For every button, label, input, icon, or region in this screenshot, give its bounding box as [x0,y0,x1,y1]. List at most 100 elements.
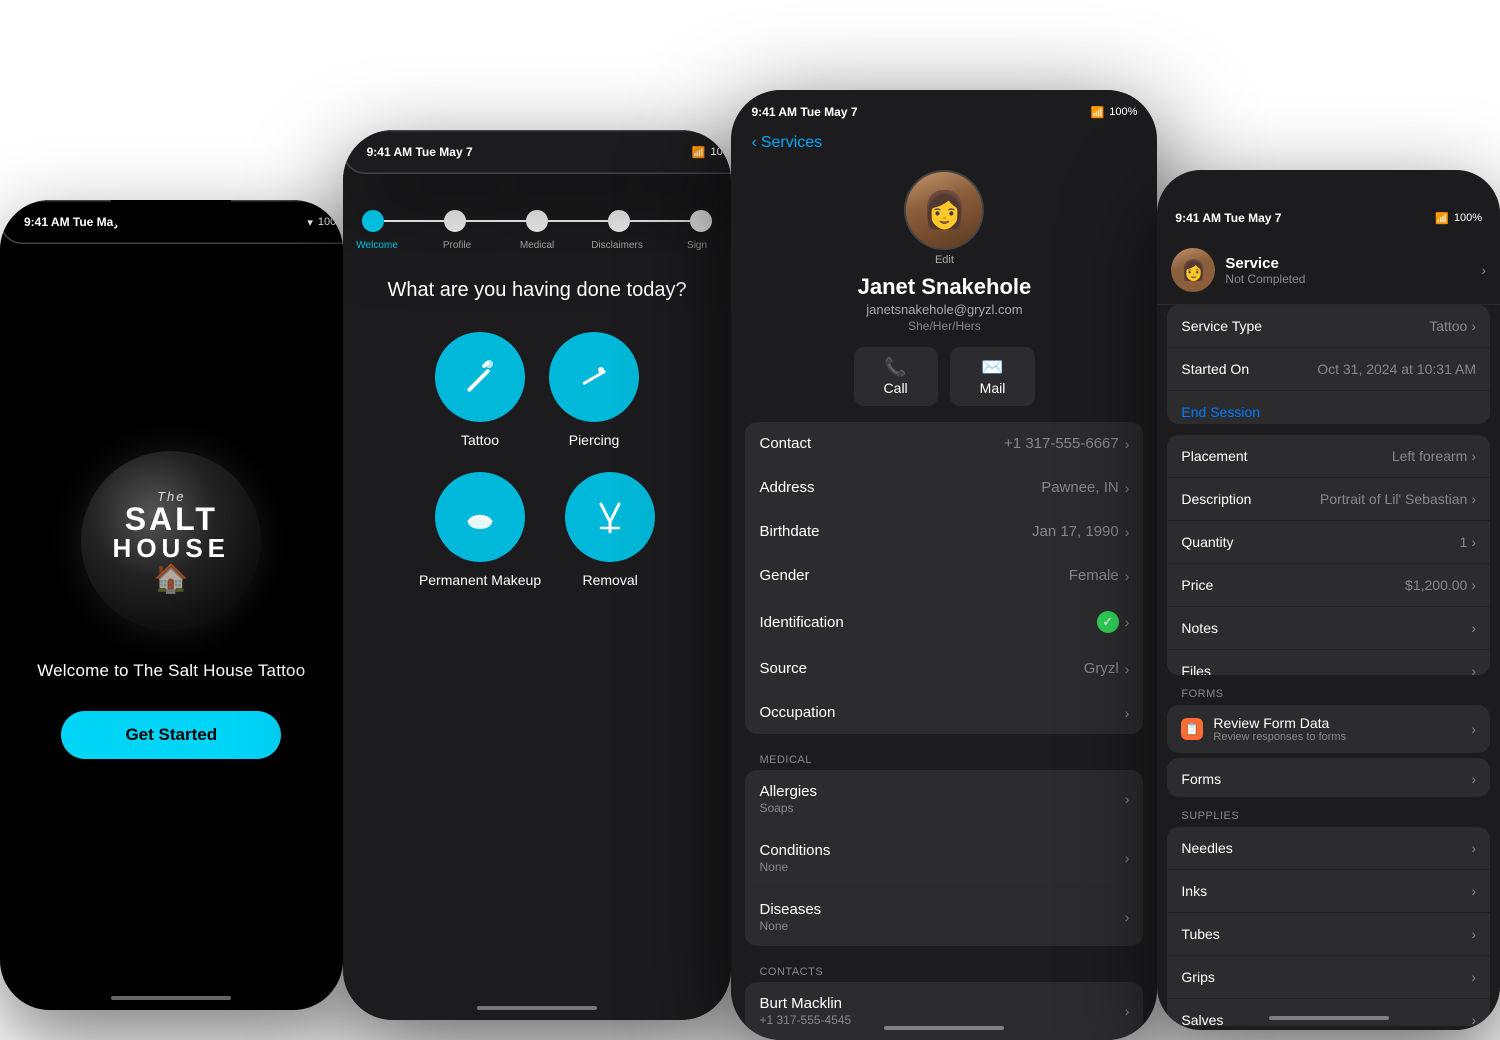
device-welcome: 9:41 AM Tue May 7 ▾ 100% The SALT HOUSE … [0,200,343,1010]
wifi-icon-d2: 📶 [692,146,706,159]
placement-row[interactable]: Placement Left forearm › [1167,435,1490,478]
back-link[interactable]: ‹ Services [751,134,822,152]
get-started-button[interactable]: Get Started [61,711,281,759]
description-row[interactable]: Description Portrait of Lil' Sebastian › [1167,478,1490,521]
identification-row[interactable]: Identification ✓ › [745,598,1143,647]
tubes-row[interactable]: Tubes › [1167,913,1490,956]
device-client-profile: 9:41 AM Tue May 7 📶 100% ‹ Services 👩 Ed… [731,90,1157,1040]
forms-section-label: FORMS [1167,680,1490,704]
edit-label[interactable]: Edit [935,254,954,266]
forms-row[interactable]: Forms › [1167,758,1490,797]
conditions-sub: None [759,860,830,874]
contact-buttons: 📞 Call ✉️ Mail [854,347,1036,406]
allergies-row[interactable]: Allergies Soaps › [745,770,1143,829]
service-title: Service [1225,255,1481,272]
price-row[interactable]: Price $1,200.00 › [1167,564,1490,607]
service-permanent-makeup[interactable]: Permanent Makeup [419,472,541,588]
grips-row[interactable]: Grips › [1167,956,1490,999]
tubes-label: Tubes [1181,926,1219,942]
contact-row[interactable]: Contact +1 317-555-6667 › [745,422,1143,466]
back-chevron: ‹ [751,134,756,152]
started-on-row: Started On Oct 31, 2024 at 10:31 AM [1167,348,1490,391]
burt-row[interactable]: Burt Macklin +1 317-555-4545 › [745,982,1143,1040]
chevron-grips: › [1471,969,1476,985]
diseases-label-wrap: Diseases None [759,901,821,933]
inks-row[interactable]: Inks › [1167,870,1490,913]
service-piercing[interactable]: Piercing [549,332,639,448]
supplies-group: Needles › Inks › Tubes › Grips › [1167,827,1490,1026]
supplies-section-label: SUPPLIES [1167,802,1490,826]
status-icons-d4: 📶 100% [1435,212,1482,225]
wifi-icon: ▾ [307,216,313,229]
info-rows-group: Contact +1 317-555-6667 › Address Pawnee… [745,422,1143,734]
chevron-desc: › [1471,491,1476,507]
started-on-value: Oct 31, 2024 at 10:31 AM [1317,361,1476,377]
service-tattoo[interactable]: Tattoo [435,332,525,448]
prog-line-4 [630,220,690,222]
step-welcome-dot [362,210,384,232]
conditions-row[interactable]: Conditions None › [745,829,1143,888]
gender-value: Female › [1069,567,1130,584]
birthdate-row[interactable]: Birthdate Jan 17, 1990 › [745,510,1143,554]
home-indicator-d1 [111,996,231,1000]
logo-circle: The SALT HOUSE 🏠 [81,451,261,631]
chevron-address: › [1125,480,1130,496]
forms-icon: 📋 [1181,718,1203,740]
source-row[interactable]: Source Gryzl › [745,647,1143,691]
piercing-icon [571,354,617,400]
diseases-row[interactable]: Diseases None › [745,888,1143,946]
chevron-files: › [1471,663,1476,674]
needles-row[interactable]: Needles › [1167,827,1490,870]
d3-nav: ‹ Services [731,134,1157,160]
occupation-row[interactable]: Occupation › [745,691,1143,734]
source-value: Gryzl › [1084,660,1130,677]
chevron-conditions: › [1125,850,1130,866]
started-on-label: Started On [1181,361,1249,377]
chevron-forms2: › [1471,771,1476,787]
progress-labels: Welcome Profile Medical Disclaimers Sign [343,240,732,251]
label-medical: Medical [497,240,577,251]
battery-icon: 100% [318,216,343,228]
chevron-contact: › [1125,436,1130,452]
mail-button[interactable]: ✉️ Mail [950,347,1036,406]
chevron-inks: › [1471,883,1476,899]
address-value: Pawnee, IN › [1041,479,1129,496]
gender-row[interactable]: Gender Female › [745,554,1143,598]
chevron-allergies: › [1125,791,1130,807]
forms-label: Forms [1181,771,1221,787]
end-session-row[interactable]: End Session [1167,391,1490,424]
house-icon: 🏠 [154,565,189,593]
burt-label-wrap: Burt Macklin +1 317-555-4545 [759,995,851,1027]
quantity-row[interactable]: Quantity 1 › [1167,521,1490,564]
inks-label: Inks [1181,883,1207,899]
device-service-screen: 9:41 AM Tue May 7 📶 100% [343,130,732,1020]
mail-icon: ✉️ [981,357,1003,378]
prog-line-1 [384,220,444,222]
phone-icon: 📞 [884,357,906,378]
files-row[interactable]: Files › [1167,650,1490,674]
medical-section-header: MEDICAL [745,742,1143,770]
price-value: $1,200.00 › [1405,577,1476,593]
removal-label: Removal [583,572,638,588]
notes-label: Notes [1181,620,1218,636]
service-type-label: Service Type [1181,318,1262,334]
salves-row[interactable]: Salves › [1167,999,1490,1026]
review-form-sub: Review responses to forms [1213,731,1461,743]
home-indicator-d3 [884,1026,1004,1030]
files-label: Files [1181,663,1211,674]
service-avatar: 👩 [1171,248,1215,292]
call-button[interactable]: 📞 Call [854,347,938,406]
notch-d4 [1157,170,1257,196]
notes-row[interactable]: Notes › [1167,607,1490,650]
status-icons-d2: 📶 100% [692,146,732,159]
piercing-circle [549,332,639,422]
review-form-row[interactable]: 📋 Review Form Data Review responses to f… [1167,705,1490,753]
scene: 9:41 AM Tue May 7 ▾ 100% The SALT HOUSE … [0,0,1500,1040]
description-value: Portrait of Lil' Sebastian › [1320,491,1476,507]
address-row[interactable]: Address Pawnee, IN › [745,466,1143,510]
service-info: Service Not Completed [1225,255,1481,286]
service-removal[interactable]: Removal [565,472,655,588]
service-type-row[interactable]: Service Type Tattoo › [1167,305,1490,348]
battery-d4: 100% [1454,212,1482,224]
status-icons-d1: ▾ 100% [307,216,342,229]
